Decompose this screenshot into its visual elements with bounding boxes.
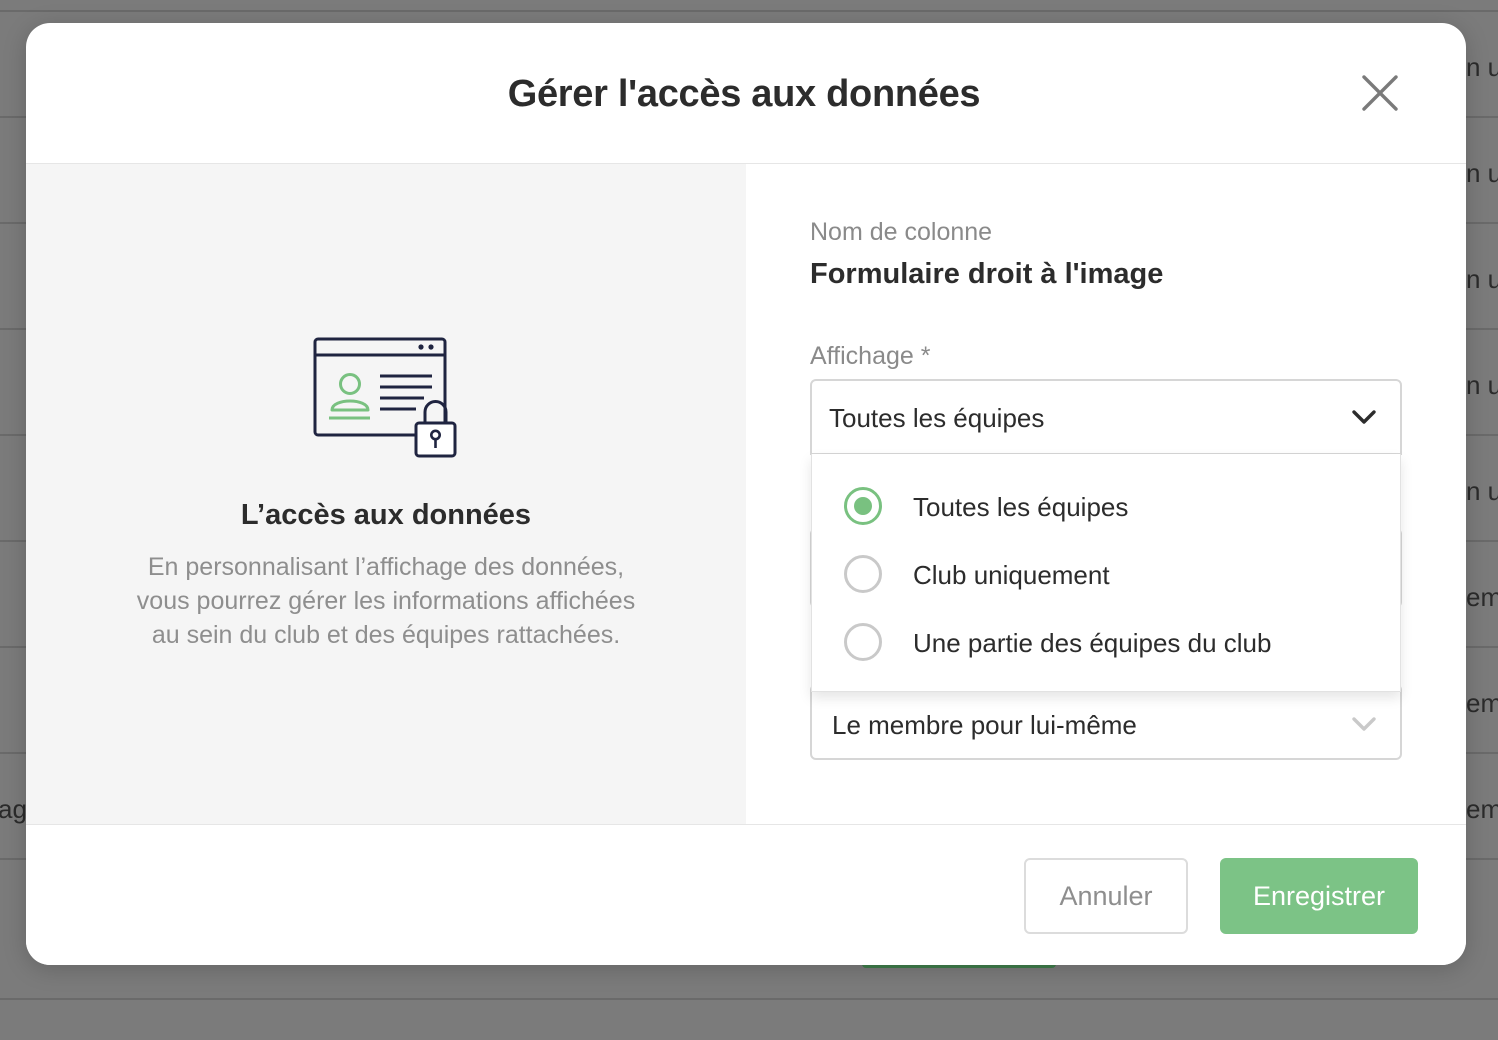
column-name-label: Nom de colonne [810,218,993,246]
modal-footer: Annuler Enregistrer [26,824,1466,965]
bg-cell-text: n u [1466,370,1498,400]
id-card-lock-icon [313,337,457,458]
display-label: Affichage * [810,342,931,370]
info-description-line: au sein du club et des équipes rattachée… [151,621,621,649]
display-dropdown: Toutes les équipes Club uniquement Une p… [811,454,1401,692]
column-name-value: Formulaire droit à l'image [810,258,1164,290]
member-select[interactable]: Le membre pour lui-même [810,684,1402,760]
option-label: Toutes les équipes [913,492,1129,522]
chevron-down-icon [1352,717,1376,731]
form-panel: Nom de colonne Formulaire droit à l'imag… [746,164,1466,824]
option-label: Club uniquement [913,560,1110,590]
modal-header: Gérer l'accès aux données [26,23,1466,164]
display-select-value: Toutes les équipes [829,403,1045,433]
cancel-button[interactable]: Annuler [1024,858,1188,934]
option-some-teams[interactable]: Une partie des équipes du club [812,610,1402,674]
display-select[interactable]: Toutes les équipes [810,379,1402,455]
radio-button[interactable] [844,555,882,593]
bg-cell-text: n u [1466,264,1498,294]
option-club-only[interactable]: Club uniquement [812,542,1402,606]
radio-button[interactable] [844,487,882,525]
bg-cell-text: eml [1466,794,1498,824]
info-title: L’accès aux données [240,499,532,531]
option-all-teams[interactable]: Toutes les équipes [812,474,1402,538]
info-description-line: En personnalisant l’affichage des donnée… [147,553,625,581]
option-label: Une partie des équipes du club [913,628,1272,658]
info-description-line: vous pourrez gérer les informations affi… [136,587,636,615]
close-icon [1362,75,1398,111]
member-select-value: Le membre pour lui-même [832,710,1137,740]
modal-title: Gérer l'accès aux données [507,73,981,115]
info-description: En personnalisant l’affichage des donnée… [86,550,686,652]
bg-divider [0,10,1498,12]
bg-cell-text: n u [1466,476,1498,506]
radio-button[interactable] [844,623,882,661]
radio-dot [854,497,872,515]
bg-divider [0,998,1498,1000]
info-panel: L’accès aux données En personnalisant l’… [26,164,746,824]
bg-cell-text: eml [1466,688,1498,718]
close-button[interactable] [1358,71,1402,115]
data-access-modal: Gérer l'accès aux données L’accès aux do… [26,23,1466,965]
bg-cell-text: eml [1466,582,1498,612]
chevron-down-icon [1352,410,1376,424]
bg-cell-text: n u [1466,158,1498,188]
save-button[interactable]: Enregistrer [1220,858,1418,934]
bg-cell-text: n u [1466,52,1498,82]
bg-cell-text: ag [0,794,27,824]
